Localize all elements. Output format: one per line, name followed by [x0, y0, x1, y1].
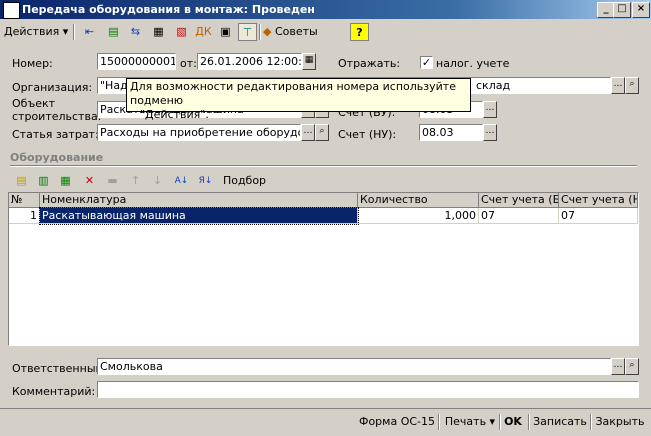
column-header-account-nu[interactable]: Счет учета (НУ): [559, 193, 638, 208]
account-bu-select-button[interactable]: …: [483, 101, 497, 118]
unpost-icon[interactable]: ▧: [172, 23, 191, 41]
equipment-table[interactable]: № Номенклатура Количество Счет учета (БУ…: [8, 192, 639, 346]
app-icon: [3, 2, 20, 19]
delete-row-icon[interactable]: ✕: [80, 172, 99, 190]
tax-label: налог. учете: [436, 57, 510, 70]
move-up-icon[interactable]: ↑: [126, 172, 145, 190]
bottom-bar: Форма ОС-15 Печать ▾ OK Записать Закрыть: [0, 408, 651, 436]
arrow-left-icon[interactable]: ⇤: [80, 23, 99, 41]
responsible-label: Ответственный:: [12, 362, 107, 375]
cell-account-bu[interactable]: 07: [479, 208, 559, 224]
expense-select-button[interactable]: …: [301, 124, 315, 141]
cell-account-nu[interactable]: 07: [559, 208, 638, 224]
date-label: от:: [180, 57, 197, 70]
tooltip: Для возможности редактирования номера ис…: [126, 78, 471, 121]
filter-icon[interactable]: ⊤: [238, 23, 257, 41]
column-header-account-bu[interactable]: Счет учета (БУ): [479, 193, 559, 208]
organization-open-icon[interactable]: ⌕: [625, 77, 639, 94]
window-title: Передача оборудования в монтаж: Проведен: [22, 3, 315, 16]
responsible-select-button[interactable]: …: [611, 358, 625, 375]
expense-field[interactable]: Расходы на приобретение оборудова: [97, 124, 301, 141]
tax-checkbox[interactable]: ✓: [420, 56, 433, 69]
dt-kt-icon[interactable]: ДК: [194, 23, 213, 41]
actions-label: Действия: [4, 25, 60, 38]
column-header-number[interactable]: №: [9, 193, 40, 208]
add-row-icon[interactable]: ▤: [12, 172, 31, 190]
organization-value: "Над: [100, 79, 128, 92]
toolbar: Действия ▾ ⇤ ▤ ⇆ ▦ ▧ ДК ▣ ⊤ ◆ Советы ?: [0, 21, 651, 43]
table-toolbar: ▤ ▥ ▦ ✕ ▬ ↑ ↓ A↓ Я↓ Подбор: [10, 170, 310, 190]
sort-asc-icon[interactable]: A↓: [172, 172, 191, 190]
comment-field[interactable]: [97, 381, 639, 398]
title-bar: Передача оборудования в монтаж: Проведен…: [0, 0, 651, 19]
end-edit-icon[interactable]: ▬: [103, 172, 122, 190]
cell-item[interactable]: Раскатывающая машина: [39, 207, 359, 225]
print-button[interactable]: Печать ▾: [442, 413, 498, 433]
column-header-quantity[interactable]: Количество: [358, 193, 479, 208]
comment-label: Комментарий:: [12, 385, 96, 398]
reflect-label: Отражать:: [338, 57, 401, 70]
organization-tail: склад: [476, 79, 511, 92]
advice-button[interactable]: ◆ Советы: [263, 23, 327, 41]
help-icon[interactable]: ?: [350, 23, 369, 41]
cell-quantity[interactable]: 1,000: [358, 208, 479, 224]
column-header-item[interactable]: Номенклатура: [40, 193, 358, 208]
section-divider: [10, 165, 637, 167]
form-os15-button[interactable]: Форма ОС-15: [358, 413, 436, 433]
advice-icon: ◆: [263, 25, 272, 38]
document-icon[interactable]: ▤: [104, 23, 123, 41]
tooltip-line-1: Для возможности редактирования номера ис…: [130, 80, 456, 107]
close-button[interactable]: Закрыть: [594, 413, 646, 433]
account-nu-select-button[interactable]: …: [483, 124, 497, 141]
tooltip-line-2: "Действия".: [140, 108, 209, 121]
maximize-button[interactable]: □: [613, 2, 631, 18]
organization-label: Организация:: [12, 81, 93, 94]
cell-number: 1: [9, 208, 40, 224]
equipment-section-title: Оборудование: [10, 151, 104, 164]
edit-row-icon[interactable]: ▦: [56, 172, 75, 190]
account-nu-field[interactable]: 08.03: [419, 124, 483, 141]
close-window-button[interactable]: ×: [632, 2, 650, 18]
post-icon[interactable]: ▦: [149, 23, 168, 41]
select-button[interactable]: Подбор: [222, 172, 267, 190]
expense-label: Статья затрат:: [12, 128, 99, 141]
save-button[interactable]: Записать: [532, 413, 588, 433]
report-icon[interactable]: ▣: [216, 23, 235, 41]
move-down-icon[interactable]: ↓: [148, 172, 167, 190]
object-label: Объект строительства:: [12, 97, 102, 123]
number-field[interactable]: 15000000001: [97, 53, 176, 70]
sort-desc-icon[interactable]: Я↓: [196, 172, 215, 190]
ok-button[interactable]: OK: [502, 413, 524, 433]
structure-icon[interactable]: ⇆: [126, 23, 145, 41]
account-nu-label: Счет (НУ):: [338, 128, 397, 141]
calendar-icon[interactable]: ▦: [302, 53, 316, 70]
responsible-field[interactable]: Смолькова: [97, 358, 611, 375]
number-label: Номер:: [12, 57, 53, 70]
copy-row-icon[interactable]: ▥: [34, 172, 53, 190]
advice-label: Советы: [274, 25, 318, 38]
organization-select-button[interactable]: …: [611, 77, 625, 94]
responsible-open-icon[interactable]: ⌕: [625, 358, 639, 375]
expense-open-icon[interactable]: ⌕: [315, 124, 329, 141]
actions-menu[interactable]: Действия ▾: [4, 23, 70, 41]
date-field[interactable]: 26.01.2006 12:00:00: [197, 53, 302, 70]
